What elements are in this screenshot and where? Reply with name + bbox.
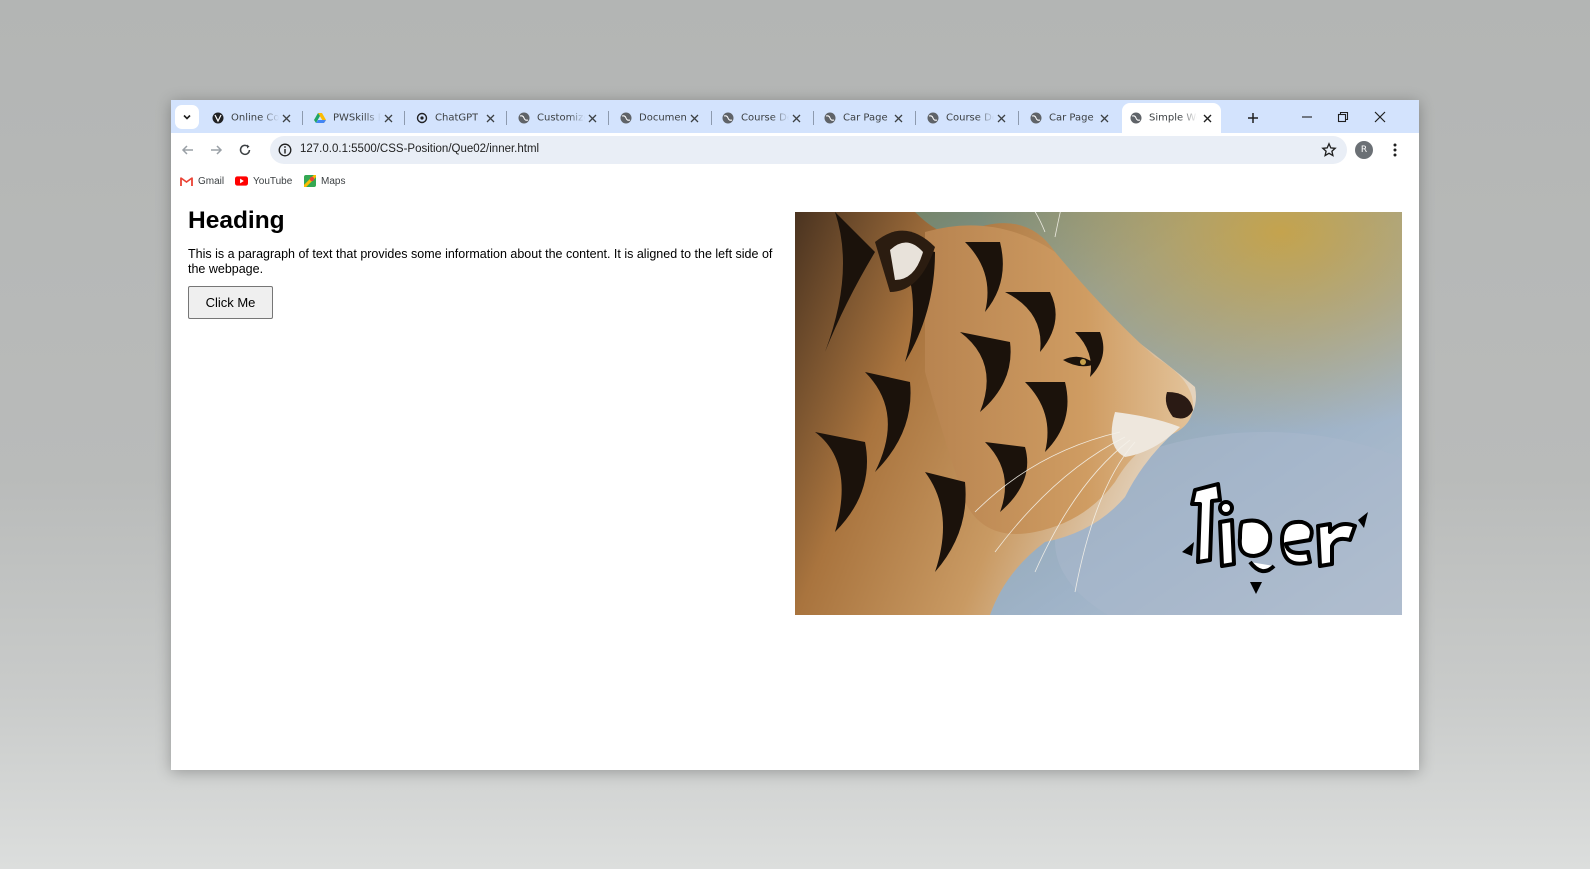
tab-separator xyxy=(813,111,814,125)
back-button[interactable] xyxy=(176,138,200,162)
minimize-button[interactable] xyxy=(1292,105,1322,129)
maps-icon xyxy=(303,175,316,188)
tab-title: PWSkills Pr xyxy=(333,112,381,124)
bookmarks-bar: Gmail YouTube Maps xyxy=(171,167,1419,195)
tab-car-page-2[interactable]: Car Page xyxy=(1022,105,1118,131)
close-icon[interactable] xyxy=(688,112,700,124)
globe-icon xyxy=(620,112,632,124)
tab-strip: Online Co PWSkills Pr ChatGPT Customize … xyxy=(171,100,1419,133)
address-bar[interactable]: 127.0.0.1:5500/CSS-Position/Que02/inner.… xyxy=(270,136,1347,164)
tab-course-details-1[interactable]: Course De xyxy=(714,105,810,131)
plus-icon xyxy=(1248,113,1258,123)
youtube-icon xyxy=(235,175,248,188)
tab-separator xyxy=(506,111,507,125)
tab-customize[interactable]: Customize xyxy=(510,105,606,131)
globe-icon xyxy=(212,112,224,124)
arrow-right-icon xyxy=(211,145,223,155)
tab-title: Course De xyxy=(946,112,994,124)
more-vert-icon xyxy=(1393,143,1397,157)
tab-title: Document xyxy=(639,112,687,124)
restore-button[interactable] xyxy=(1328,105,1358,129)
tab-pwskills[interactable]: PWSkills Pr xyxy=(306,105,402,131)
bookmark-youtube[interactable]: YouTube xyxy=(235,173,292,189)
tiger-image xyxy=(795,212,1402,615)
close-icon[interactable] xyxy=(892,112,904,124)
profile-avatar[interactable]: R xyxy=(1355,141,1373,159)
tab-title: Customize xyxy=(537,112,585,124)
profile-initial: R xyxy=(1360,145,1368,155)
tab-search-button[interactable] xyxy=(175,105,199,129)
tab-chatgpt[interactable]: ChatGPT xyxy=(408,105,504,131)
new-tab-button[interactable] xyxy=(1242,107,1264,129)
globe-icon xyxy=(722,112,734,124)
browser-toolbar: 127.0.0.1:5500/CSS-Position/Que02/inner.… xyxy=(171,133,1419,167)
close-icon[interactable] xyxy=(995,112,1007,124)
tab-simple-webpage[interactable]: Simple We xyxy=(1122,103,1221,133)
close-icon[interactable] xyxy=(790,112,802,124)
tab-title: Online Co xyxy=(231,112,279,124)
tab-separator xyxy=(302,111,303,125)
info-icon[interactable] xyxy=(278,143,292,157)
tab-separator xyxy=(404,111,405,125)
page-heading: Heading xyxy=(188,207,285,234)
tab-separator xyxy=(711,111,712,125)
page-paragraph: This is a paragraph of text that provide… xyxy=(188,247,773,276)
forward-button[interactable] xyxy=(204,138,228,162)
bookmark-label: YouTube xyxy=(253,175,293,187)
close-icon[interactable] xyxy=(1201,112,1213,124)
restore-icon xyxy=(1337,111,1349,123)
close-icon[interactable] xyxy=(484,112,496,124)
reload-button[interactable] xyxy=(233,138,257,162)
tab-separator xyxy=(1018,111,1019,125)
click-me-button[interactable]: Click Me xyxy=(188,286,273,319)
tab-title: Car Page xyxy=(843,112,888,124)
gmail-icon xyxy=(180,175,193,188)
minimize-icon xyxy=(1302,116,1312,118)
close-icon[interactable] xyxy=(586,112,598,124)
chatgpt-icon xyxy=(416,112,428,124)
tab-title: Simple We xyxy=(1149,112,1197,124)
browser-window: Online Co PWSkills Pr ChatGPT Customize … xyxy=(171,100,1419,770)
globe-icon xyxy=(824,112,836,124)
google-drive-icon xyxy=(314,112,326,124)
bookmark-label: Maps xyxy=(321,175,346,187)
tab-course-details-2[interactable]: Course De xyxy=(919,105,1015,131)
tab-title: Car Page xyxy=(1049,112,1094,124)
globe-icon xyxy=(1130,112,1142,124)
arrow-left-icon xyxy=(181,145,193,155)
bookmark-label: Gmail xyxy=(198,175,225,187)
tab-title: Course De xyxy=(741,112,789,124)
bookmark-gmail[interactable]: Gmail xyxy=(180,173,224,189)
reload-icon xyxy=(239,144,251,156)
globe-icon xyxy=(1030,112,1042,124)
url-text[interactable]: 127.0.0.1:5500/CSS-Position/Que02/inner.… xyxy=(300,143,539,155)
bookmark-maps[interactable]: Maps xyxy=(303,173,345,189)
tab-separator xyxy=(915,111,916,125)
chevron-down-icon xyxy=(183,114,191,120)
globe-icon xyxy=(927,112,939,124)
close-icon[interactable] xyxy=(280,112,292,124)
tab-separator xyxy=(608,111,609,125)
close-window-button[interactable] xyxy=(1365,105,1395,129)
tab-car-page-1[interactable]: Car Page xyxy=(816,105,912,131)
bookmark-star-icon[interactable] xyxy=(1321,142,1337,158)
tab-document[interactable]: Document xyxy=(612,105,708,131)
tab-title: ChatGPT xyxy=(435,112,479,124)
tab-online-courses[interactable]: Online Co xyxy=(204,105,300,131)
close-icon[interactable] xyxy=(382,112,394,124)
browser-menu-button[interactable] xyxy=(1385,139,1405,161)
globe-icon xyxy=(518,112,530,124)
close-icon xyxy=(1374,111,1386,123)
page-content: Heading This is a paragraph of text that… xyxy=(171,195,1419,770)
close-icon[interactable] xyxy=(1098,112,1110,124)
